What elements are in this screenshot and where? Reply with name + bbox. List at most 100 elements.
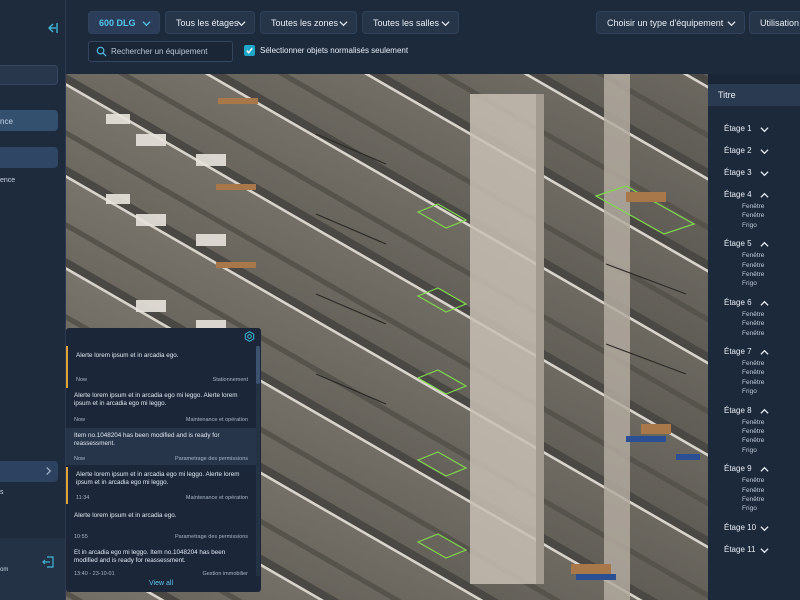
rooms-select[interactable]: Toutes les salles	[362, 11, 459, 34]
floor-item[interactable]: Étage 11	[724, 544, 769, 554]
chevron-down-icon	[727, 21, 736, 27]
floor-equipment-item[interactable]: Fenêtre	[742, 252, 764, 259]
notification-message: Et in arcadia ego mi leggo. Item no.1048…	[74, 549, 226, 564]
view-all-link[interactable]: View all	[66, 580, 256, 587]
floor-item[interactable]: Étage 1	[724, 124, 769, 133]
floor-item[interactable]: Étage 6	[724, 298, 769, 307]
notification-category: Parametrage des permissions	[174, 456, 248, 462]
hexagon-settings-icon[interactable]	[244, 331, 255, 342]
floor-item[interactable]: Étage 3	[724, 168, 769, 177]
floor-equipment-item[interactable]: Frigo	[742, 505, 757, 512]
sidebar-item-label: nce	[0, 117, 13, 126]
zones-select-label: Toutes les zones	[271, 17, 339, 28]
chevron-up-icon[interactable]	[760, 465, 769, 474]
floor-label: Étage 11	[724, 544, 756, 554]
sidebar-item-selected[interactable]	[0, 147, 58, 168]
collapse-sidebar-icon[interactable]	[44, 20, 60, 36]
floor-label: Étage 7	[724, 347, 752, 356]
notification-category: Parametrage des permissions	[174, 534, 248, 540]
floor-label: Étage 5	[724, 239, 752, 249]
floor-equipment-item[interactable]: Fenêtre	[742, 477, 764, 484]
search-placeholder: Rechercher un équipement	[111, 47, 208, 56]
sidebar-item-label: s	[0, 489, 4, 496]
notification-item[interactable]: Alerte lorem ipsum et in arcadia ego mi …	[66, 467, 256, 504]
logout-icon[interactable]	[42, 556, 54, 568]
notification-meta: 10:55 Parametrage des permissions	[74, 534, 248, 540]
chevron-down-icon[interactable]	[760, 546, 769, 555]
building-select[interactable]: 600 DLG	[88, 11, 160, 34]
chevron-down-icon[interactable]	[760, 169, 769, 178]
floor-item[interactable]: Étage 7	[724, 347, 769, 356]
floor-item[interactable]: Étage 2	[724, 146, 769, 155]
notification-item[interactable]: Alerte lorem ipsum et in arcadia ego. No…	[66, 346, 256, 388]
floor-equipment-item[interactable]: Fenêtre	[742, 330, 764, 337]
notifications-panel: Alerte lorem ipsum et in arcadia ego. No…	[66, 328, 261, 592]
chevron-down-icon[interactable]	[760, 125, 769, 134]
equipment-type-select[interactable]: Choisir un type d'équipement	[596, 11, 745, 34]
notification-category: Gestion immobilier	[202, 571, 248, 577]
floor-label: Étage 10	[724, 522, 757, 532]
notification-meta: 13:40 - 23-10-01 Gestion immobilier	[74, 571, 248, 577]
notification-item[interactable]: Item no.1048204 has been modified and is…	[66, 428, 256, 465]
zones-select[interactable]: Toutes les zones	[260, 11, 357, 34]
notification-item[interactable]: Alerte lorem ipsum et in arcadia ego mi …	[66, 389, 256, 426]
chevron-up-icon[interactable]	[760, 407, 769, 416]
usage-select[interactable]: Utilisation g	[749, 11, 800, 34]
notification-meta: Now Parametrage des permissions	[74, 456, 248, 462]
chevron-down-icon	[237, 21, 246, 27]
notification-message: Alerte lorem ipsum et in arcadia ego mi …	[74, 392, 238, 407]
notification-category: Stationnement	[212, 377, 248, 383]
floor-equipment-item[interactable]: Frigo	[742, 388, 757, 395]
chevron-down-icon[interactable]	[760, 524, 769, 533]
floor-label: Étage 4	[724, 190, 752, 199]
floors-select[interactable]: Tous les étages	[165, 11, 255, 34]
chevron-up-icon[interactable]	[760, 240, 769, 249]
chevron-up-icon[interactable]	[760, 191, 769, 200]
notification-time: Now	[74, 417, 86, 423]
floor-equipment-item[interactable]: Fenêtre	[742, 360, 764, 367]
floor-item[interactable]: Étage 9	[724, 464, 769, 473]
chevron-up-icon[interactable]	[760, 299, 769, 308]
chevron-right-icon	[46, 466, 52, 476]
chevron-down-icon	[441, 21, 450, 27]
floor-equipment-item[interactable]: Fenêtre	[742, 437, 764, 444]
check-icon	[246, 47, 253, 54]
sidebar: nce ence s om	[0, 0, 66, 600]
topbar: 600 DLG Tous les étages Toutes les zones…	[66, 0, 800, 74]
floor-equipment-item[interactable]: Fenêtre	[742, 271, 764, 278]
floor-equipment-item[interactable]: Fenêtre	[742, 419, 764, 426]
floor-item[interactable]: Étage 10	[724, 522, 769, 532]
notification-item[interactable]: Alerte lorem ipsum et in arcadia ego. 10…	[66, 506, 256, 543]
scrollbar-thumb[interactable]	[256, 346, 260, 384]
notifications-scrollbar[interactable]	[256, 346, 260, 576]
notification-category: Maintenance et opération	[185, 495, 248, 501]
notification-category: Maintenance et opération	[185, 417, 248, 423]
floor-equipment-item[interactable]: Fenêtre	[742, 487, 764, 494]
normalized-only-checkbox[interactable]	[244, 45, 255, 56]
floor-equipment-item[interactable]: Fenêtre	[742, 212, 764, 219]
equipment-search-input[interactable]: Rechercher un équipement	[88, 41, 233, 62]
floor-label: Étage 1	[724, 124, 752, 133]
floor-equipment-item[interactable]: Fenêtre	[742, 379, 764, 386]
floor-equipment-item[interactable]: Frigo	[742, 447, 757, 454]
floor-equipment-item[interactable]: Fenêtre	[742, 320, 764, 327]
floor-equipment-item[interactable]: Fenêtre	[742, 262, 764, 269]
floor-equipment-item[interactable]: Fenêtre	[742, 496, 764, 503]
floors-panel-title: Titre	[708, 84, 800, 106]
floor-equipment-item[interactable]: Frigo	[742, 280, 757, 287]
floor-equipment-item[interactable]: Fenêtre	[742, 203, 764, 210]
floor-equipment-item[interactable]: Fenêtre	[742, 428, 764, 435]
sidebar-search[interactable]	[0, 65, 58, 85]
chevron-down-icon[interactable]	[760, 147, 769, 156]
notification-item[interactable]: Et in arcadia ego mi leggo. Item no.1048…	[66, 545, 256, 579]
notification-time: 10:55	[74, 534, 88, 540]
notification-meta: Now Stationnement	[76, 377, 248, 383]
floor-equipment-item[interactable]: Frigo	[742, 222, 757, 229]
floor-item[interactable]: Étage 8	[724, 406, 769, 415]
floor-item[interactable]: Étage 5	[724, 239, 769, 249]
chevron-up-icon[interactable]	[760, 348, 769, 357]
notification-message: Alerte lorem ipsum et in arcadia ego.	[76, 352, 179, 359]
floor-equipment-item[interactable]: Fenêtre	[742, 369, 764, 376]
floor-item[interactable]: Étage 4	[724, 190, 769, 199]
floor-equipment-item[interactable]: Fenêtre	[742, 311, 764, 318]
